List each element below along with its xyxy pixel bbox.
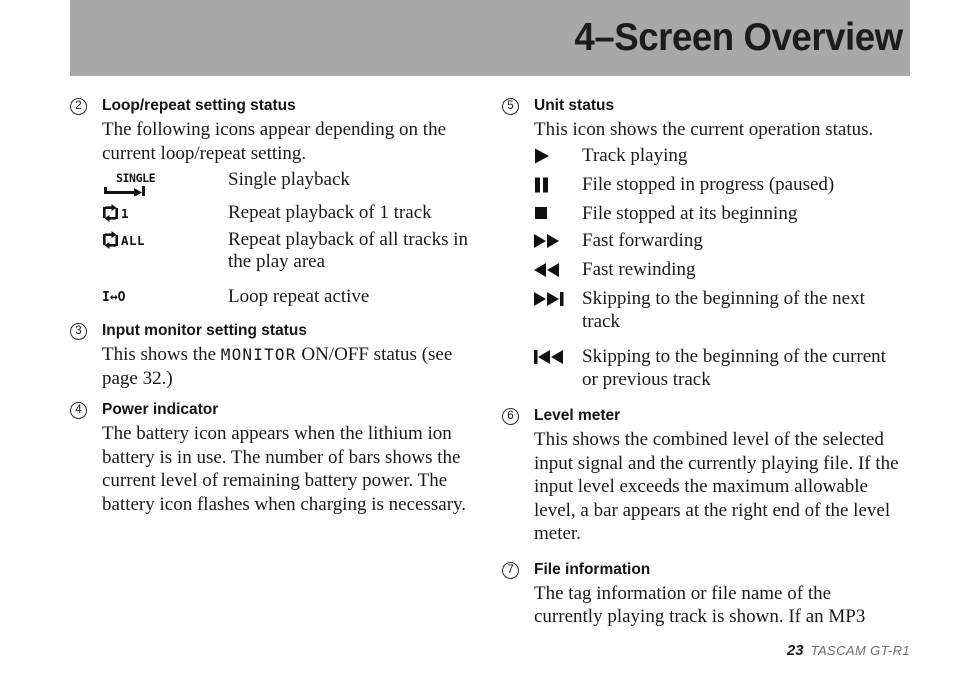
repeat-all-label: ALL (121, 232, 146, 248)
section-input-monitor-setting-status: 3 Input monitor setting status This show… (70, 321, 470, 390)
page-header-band: 4–Screen Overview (70, 0, 910, 76)
list-item: SINGLE Single playback (102, 169, 470, 197)
list-item-description: Track playing (582, 144, 688, 166)
pause-icon (534, 174, 582, 198)
list-item: Fast forwarding (534, 230, 902, 254)
single-icon-label: SINGLE (116, 171, 156, 185)
repeat-arrows-glyph (103, 231, 118, 249)
page-title: 4–Screen Overview (574, 16, 903, 59)
list-item: File stopped at its beginning (534, 203, 902, 226)
section-2-title: Loop/repeat setting status (102, 97, 296, 114)
section-2-intro: The following icons appear depending on … (102, 119, 447, 164)
section-3-title: Input monitor setting status (102, 322, 307, 339)
right-column: 5 Unit status This icon shows the curren… (502, 96, 902, 629)
circled-number-4: 4 (70, 402, 87, 419)
circled-number-5: 5 (502, 98, 519, 115)
repeat-arrows-glyph (103, 204, 118, 222)
section-3-text-before: This shows the (102, 344, 221, 365)
list-item: I↔O Loop repeat active (102, 286, 470, 308)
skip-previous-icon (534, 346, 582, 370)
section-6-title: Level meter (534, 407, 621, 424)
list-item-description: Loop repeat active (228, 286, 370, 307)
loop-repeat-icon-list: SINGLE Single playback 1 Repeat playback… (102, 169, 470, 308)
footer-page-number: 23 (786, 642, 804, 659)
section-unit-status: 5 Unit status This icon shows the curren… (502, 96, 902, 391)
footer-model-name: TASCAM GT-R1 (810, 643, 910, 658)
list-item: Fast rewinding (534, 259, 902, 283)
section-5-heading-row: 5 Unit status (502, 96, 902, 116)
fast-forward-icon (534, 230, 582, 254)
list-item: Skipping to the beginning of the current… (534, 346, 902, 391)
loop-io-lcd-icon: I↔O (102, 286, 228, 306)
circled-number-7: 7 (502, 561, 519, 579)
section-6-body: This shows the combined level of the sel… (534, 429, 899, 544)
section-7-body: The tag information or file name of the … (534, 582, 866, 628)
unit-status-icon-list: Track playing File stopped in progress (… (534, 145, 902, 392)
list-item: 1 Repeat playback of 1 track (102, 202, 470, 224)
list-item-description: Repeat playback of all tracks in the pla… (228, 229, 469, 272)
list-item-description: Repeat playback of 1 track (228, 202, 432, 223)
circled-number-3: 3 (70, 323, 87, 340)
list-item-description: Skipping to the beginning of the next tr… (582, 288, 865, 332)
repeat-one-label: 1 (121, 205, 130, 221)
section-5-title: Unit status (534, 97, 615, 114)
section-loop-repeat-setting-status: 2 Loop/repeat setting status The followi… (70, 96, 470, 308)
monitor-lcd-term: MONITOR (220, 345, 297, 364)
list-item: Skipping to the beginning of the next tr… (534, 288, 902, 333)
section-7-title: File information (534, 560, 651, 578)
repeat-one-lcd-icon: 1 (102, 202, 228, 222)
section-4-title: Power indicator (102, 401, 219, 418)
list-item-description: Fast rewinding (582, 259, 696, 280)
section-6-heading-row: 6 Level meter (502, 406, 902, 426)
list-item: Track playing (534, 145, 902, 169)
section-power-indicator: 4 Power indicator The battery icon appea… (70, 400, 470, 516)
section-3-heading-row: 3 Input monitor setting status (70, 321, 470, 341)
stop-icon (534, 203, 582, 225)
repeat-all-lcd-icon: ALL (102, 229, 228, 249)
list-item-description: File stopped in progress (paused) (582, 173, 835, 195)
section-5-intro: This icon shows the current operation st… (534, 119, 874, 140)
section-7-heading-row: 7 File information (502, 560, 902, 580)
list-item: ALL Repeat playback of all tracks in the… (102, 229, 470, 273)
circled-number-6: 6 (502, 408, 519, 425)
left-column: 2 Loop/repeat setting status The followi… (70, 96, 470, 516)
fast-rewind-icon (534, 259, 582, 283)
play-icon (534, 145, 582, 169)
list-item-description: File stopped at its beginning (582, 202, 798, 224)
section-file-information: 7 File information The tag information o… (502, 560, 902, 629)
section-2-heading-row: 2 Loop/repeat setting status (70, 96, 470, 116)
single-arrow-glyph (104, 186, 145, 196)
list-item: File stopped in progress (paused) (534, 174, 902, 198)
section-4-heading-row: 4 Power indicator (70, 400, 470, 420)
section-3-body: This shows the MONITOR ON/OFF status (se… (102, 343, 470, 390)
section-level-meter: 6 Level meter This shows the combined le… (502, 406, 902, 546)
list-item-description: Skipping to the beginning of the current… (582, 346, 886, 390)
single-playback-lcd-icon: SINGLE (102, 169, 228, 197)
list-item-description: Fast forwarding (582, 230, 703, 251)
section-4-body: The battery icon appears when the lithiu… (102, 423, 467, 515)
page-footer: 23 TASCAM GT-R1 (787, 642, 910, 659)
list-item-description: Single playback (228, 169, 350, 190)
loop-io-label: I↔O (102, 290, 126, 305)
skip-next-icon (534, 288, 582, 312)
circled-number-2: 2 (70, 98, 87, 115)
